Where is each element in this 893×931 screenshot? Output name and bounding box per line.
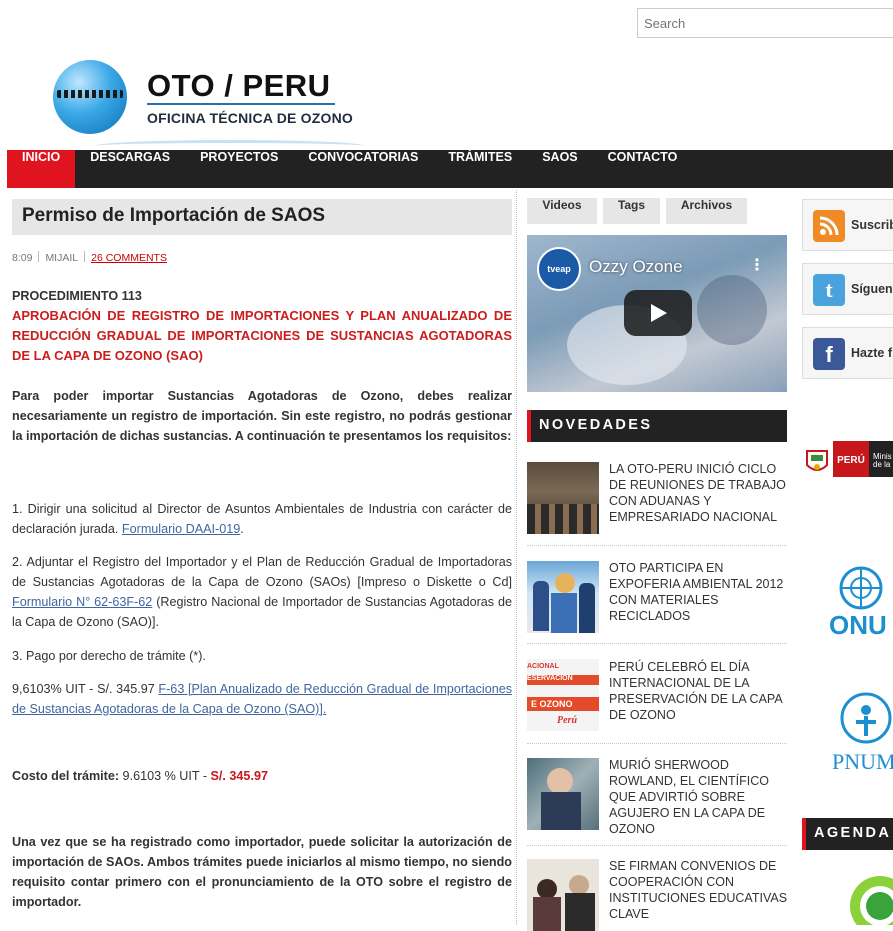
news-thumbnail[interactable]	[527, 758, 599, 830]
facebook-label: Hazte f	[851, 346, 892, 360]
nav-item-saos[interactable]: SAOS	[527, 150, 592, 188]
post-comments-link[interactable]: 26 COMMENTS	[91, 252, 167, 264]
ministry-block[interactable]: Minis de la	[869, 441, 893, 477]
rss-label: Suscrib	[851, 218, 893, 232]
ministry-label: Minis de la	[873, 452, 892, 469]
nav-item-convocatorias[interactable]: CONVOCATORIAS	[293, 150, 433, 188]
requirement-2-text: 2. Adjuntar el Registro del Importador y…	[12, 555, 512, 589]
video-player[interactable]: tveap Ozzy Ozone ⋮	[527, 235, 787, 392]
nav-item-inicio[interactable]: INICIO	[7, 150, 76, 188]
facebook-icon: f	[813, 338, 845, 370]
requirement-1-text: 1. Dirigir una solicitud al Director de …	[12, 502, 512, 536]
video-title[interactable]: Ozzy Ozone	[589, 257, 683, 277]
news-divider	[527, 545, 787, 546]
news-link[interactable]: OTO PARTICIPA EN EXPOFERIA AMBIENTAL 201…	[609, 560, 789, 624]
more-options-icon[interactable]: ⋮	[749, 255, 765, 274]
procedure-label: PROCEDIMIENTO 113	[12, 289, 142, 303]
post-time: 8:09	[12, 252, 33, 264]
cost-amount: S/. 345.97	[210, 769, 268, 783]
agenda-heading: AGENDA	[802, 818, 893, 850]
news-thumbnail-text: Perú	[557, 715, 577, 726]
news-thumbnail[interactable]: ACIONAL ESERVACIÓN E OZONO Perú	[527, 659, 599, 731]
facebook-fan[interactable]: f Hazte f	[802, 327, 893, 379]
site-title[interactable]: OTO / PERU	[147, 68, 331, 104]
onu-label[interactable]: ONU	[829, 610, 887, 641]
main-nav: INICIO DESCARGAS PROYECTOS CONVOCATORIAS…	[7, 150, 893, 188]
news-link[interactable]: MURIÓ SHERWOOD ROWLAND, EL CIENTÍFICO QU…	[609, 757, 789, 837]
channel-avatar[interactable]: tveap	[537, 247, 581, 291]
news-thumbnail[interactable]	[527, 462, 599, 534]
novedades-heading: NOVEDADES	[527, 410, 787, 442]
un-emblem-icon[interactable]	[828, 566, 893, 610]
cost-value: 9.6103 % UIT -	[119, 769, 211, 783]
news-link[interactable]: PERÚ CELEBRÓ EL DÍA INTERNACIONAL DE LA …	[609, 659, 789, 723]
requirement-1: 1. Dirigir una solicitud al Director de …	[12, 499, 512, 539]
twitter-follow[interactable]: t Síguen	[802, 263, 893, 315]
nav-item-proyectos[interactable]: PROYECTOS	[185, 150, 293, 188]
agenda-heading-label: AGENDA	[814, 825, 892, 841]
news-thumbnail-text: ACIONAL	[527, 663, 559, 670]
news-link[interactable]: SE FIRMAN CONVENIOS DE COOPERACIÓN CON I…	[609, 858, 789, 922]
news-thumbnail-text: E OZONO	[531, 699, 573, 709]
rss-subscribe[interactable]: Suscrib	[802, 199, 893, 251]
news-divider	[527, 743, 787, 744]
tab-archivos[interactable]: Archivos	[666, 198, 747, 224]
fee-text: 9,6103% UIT - S/. 345.97	[12, 682, 159, 696]
peru-coat-of-arms-icon	[805, 447, 829, 477]
twitter-icon: t	[813, 274, 845, 306]
post-meta: 8:09 MIJAIL 26 COMMENTS	[12, 251, 167, 264]
nav-item-tramites[interactable]: TRÁMITES	[433, 150, 527, 188]
logo-globe-icon[interactable]	[53, 60, 127, 134]
site-subtitle: OFICINA TÉCNICA DE OZONO	[147, 110, 353, 126]
news-thumbnail[interactable]	[527, 561, 599, 633]
news-link[interactable]: LA OTO-PERU INICIÓ CICLO DE REUNIONES DE…	[609, 461, 789, 525]
requirement-1-end: .	[240, 522, 244, 536]
news-thumbnail-text: ESERVACIÓN	[527, 675, 573, 682]
fee-line: 9,6103% UIT - S/. 345.97 F-63 [Plan Anua…	[12, 679, 512, 719]
post-author[interactable]: MIJAIL	[45, 252, 78, 264]
news-thumbnail[interactable]	[527, 859, 599, 931]
peru-label[interactable]: PERÚ	[833, 441, 869, 477]
news-divider	[527, 643, 787, 644]
formulario-daai-019-link[interactable]: Formulario DAAI-019	[122, 522, 240, 536]
play-button-icon[interactable]	[624, 290, 692, 336]
column-divider	[516, 190, 517, 925]
novedades-heading-label: NOVEDADES	[539, 417, 653, 433]
cost-line: Costo del trámite: 9.6103 % UIT - S/. 34…	[12, 766, 512, 786]
tab-tags[interactable]: Tags	[603, 198, 660, 224]
unep-emblem-icon[interactable]	[840, 692, 893, 748]
nav-item-contacto[interactable]: CONTACTO	[593, 150, 693, 188]
tab-videos[interactable]: Videos	[527, 198, 597, 224]
pnuma-label[interactable]: PNUM	[832, 749, 893, 775]
agenda-image[interactable]	[840, 866, 893, 925]
post-title: Permiso de Importación de SAOS	[22, 205, 326, 226]
requirement-2: 2. Adjuntar el Registro del Importador y…	[12, 552, 512, 632]
intro-paragraph: Para poder importar Sustancias Agotadora…	[12, 389, 512, 443]
closing-paragraph: Una vez que se ha registrado como import…	[12, 835, 512, 909]
formulario-62-63f-62-link[interactable]: Formulario N° 62-63F-62	[12, 595, 152, 609]
search-input[interactable]	[637, 8, 893, 38]
logo-divider	[147, 103, 335, 105]
procedure-heading: APROBACIÓN DE REGISTRO DE IMPORTACIONES …	[12, 308, 512, 363]
nav-item-descargas[interactable]: DESCARGAS	[75, 150, 185, 188]
twitter-label: Síguen	[851, 282, 893, 296]
post-title-box: Permiso de Importación de SAOS	[12, 199, 512, 235]
news-divider	[527, 845, 787, 846]
cost-label: Costo del trámite:	[12, 769, 120, 783]
rss-icon	[813, 210, 845, 242]
requirement-3: 3. Pago por derecho de trámite (*).	[12, 649, 206, 663]
